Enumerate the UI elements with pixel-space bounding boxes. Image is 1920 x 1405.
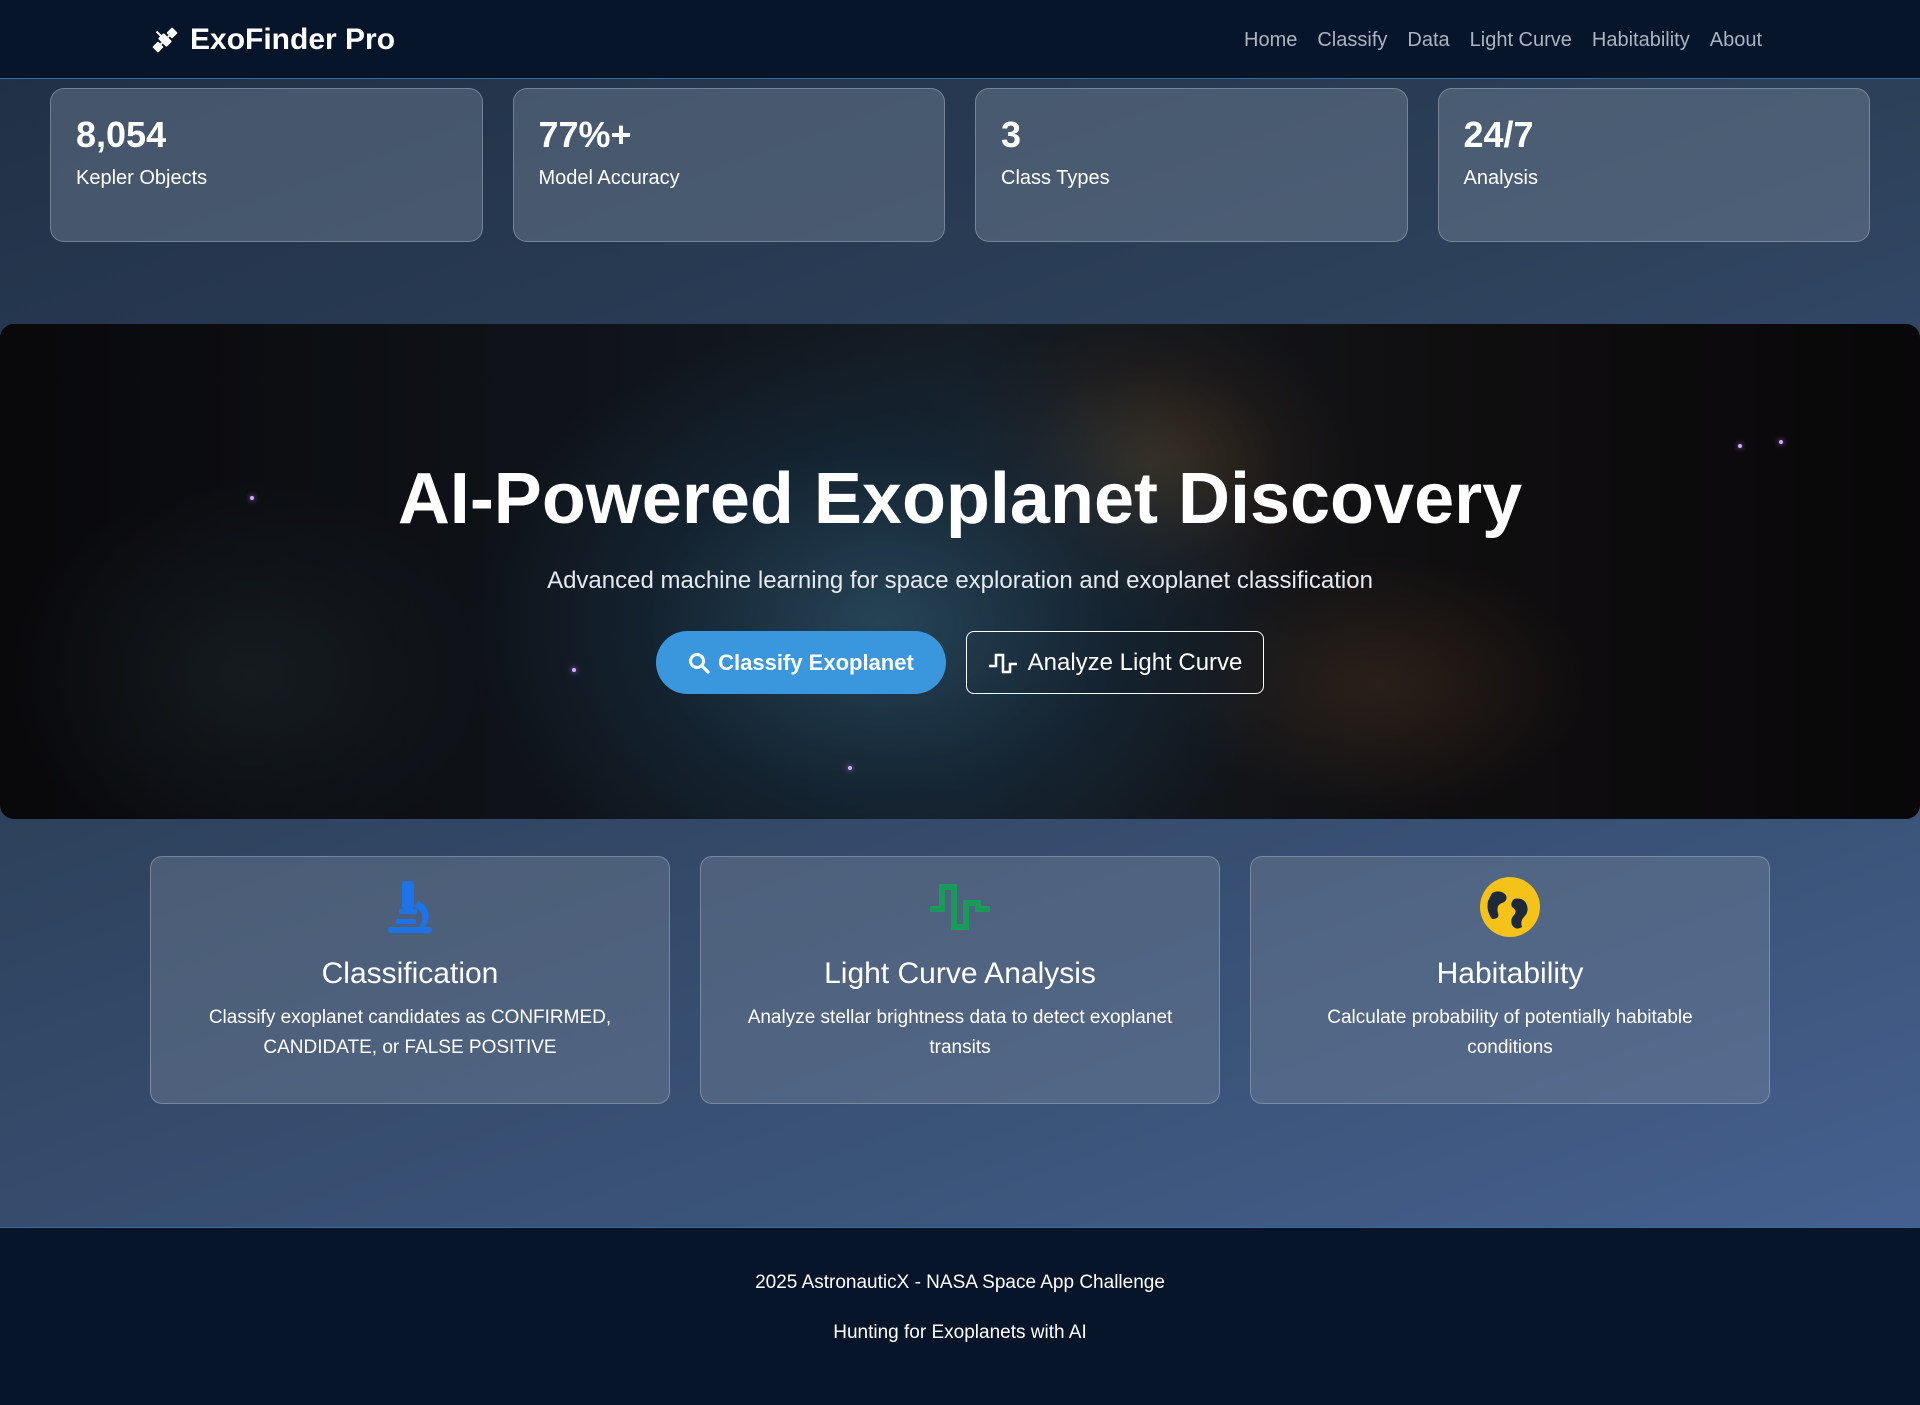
stat-value: 3 bbox=[1001, 114, 1022, 155]
hero-subtitle: Advanced machine learning for space expl… bbox=[547, 567, 1373, 594]
star-decoration bbox=[572, 668, 576, 672]
stat-card-kepler-objects: 8,054 Kepler Objects bbox=[50, 88, 483, 242]
footer: 2025 AstronauticX - NASA Space App Chall… bbox=[0, 1227, 1920, 1405]
feature-desc: Classify exoplanet candidates as CONFIRM… bbox=[208, 1007, 612, 1058]
stat-card-model-accuracy: 77%+ Model Accuracy bbox=[512, 88, 945, 242]
satellite-icon bbox=[152, 27, 178, 53]
feature-card-habitability[interactable]: Habitability Calculate probability of po… bbox=[1250, 856, 1770, 1104]
brand[interactable]: ExoFinder Pro bbox=[148, 20, 395, 60]
analyze-light-curve-button[interactable]: Analyze Light Curve bbox=[966, 631, 1264, 694]
star-decoration bbox=[848, 766, 852, 770]
feature-title: Habitability bbox=[1436, 957, 1584, 990]
pulse-icon bbox=[930, 884, 990, 930]
analyze-light-curve-label: Analyze Light Curve bbox=[1027, 648, 1243, 676]
nav-about[interactable]: About bbox=[1710, 29, 1762, 52]
nav-habitability[interactable]: Habitability bbox=[1592, 29, 1690, 52]
feature-desc: Analyze stellar brightness data to detec… bbox=[747, 1007, 1173, 1058]
navbar: ExoFinder Pro Home Classify Data Light C… bbox=[0, 0, 1920, 79]
stat-card-class-types: 3 Class Types bbox=[975, 88, 1408, 242]
search-icon bbox=[689, 652, 710, 674]
brand-name: ExoFinder Pro bbox=[190, 23, 396, 56]
footer-credit: 2025 AstronauticX - NASA Space App Chall… bbox=[755, 1272, 1165, 1293]
feature-desc: Calculate probability of potentially hab… bbox=[1327, 1007, 1693, 1058]
pulse-icon bbox=[988, 653, 1017, 673]
stat-value: 8,054 bbox=[76, 114, 167, 155]
stat-card-analysis: 24/7 Analysis bbox=[1437, 88, 1870, 242]
stat-label: Class Types bbox=[1001, 166, 1110, 189]
stat-value: 77%+ bbox=[538, 114, 632, 155]
microscope-icon bbox=[388, 881, 432, 933]
stat-label: Kepler Objects bbox=[76, 166, 208, 189]
hero-buttons: Classify Exoplanet Analyze Light Curve bbox=[656, 631, 1264, 694]
nav-home[interactable]: Home bbox=[1244, 29, 1297, 52]
stat-label: Analysis bbox=[1463, 166, 1538, 189]
hero-banner: AI-Powered Exoplanet Discovery Advanced … bbox=[0, 324, 1920, 819]
feature-title: Classification bbox=[321, 957, 499, 990]
stat-label: Model Accuracy bbox=[538, 166, 680, 189]
classify-exoplanet-label: Classify Exoplanet bbox=[718, 649, 914, 675]
feature-card-classification[interactable]: Classification Classify exoplanet candid… bbox=[150, 856, 670, 1104]
star-decoration bbox=[1738, 444, 1742, 448]
globe-icon bbox=[1480, 877, 1540, 937]
nav-light-curve[interactable]: Light Curve bbox=[1470, 29, 1572, 52]
classify-exoplanet-button[interactable]: Classify Exoplanet bbox=[656, 631, 946, 694]
nav-classify[interactable]: Classify bbox=[1317, 29, 1387, 52]
feature-title: Light Curve Analysis bbox=[824, 957, 1096, 990]
nav-data[interactable]: Data bbox=[1407, 29, 1449, 52]
feature-card-light-curve[interactable]: Light Curve Analysis Analyze stellar bri… bbox=[700, 856, 1220, 1104]
star-decoration bbox=[1779, 440, 1783, 444]
stats-row: 8,054 Kepler Objects 77%+ Model Accuracy… bbox=[50, 88, 1870, 242]
hero-title: AI-Powered Exoplanet Discovery bbox=[397, 459, 1523, 539]
nav-links: Home Classify Data Light Curve Habitabil… bbox=[1244, 24, 1762, 56]
stat-value: 24/7 bbox=[1463, 114, 1534, 155]
footer-tagline: Hunting for Exoplanets with AI bbox=[833, 1322, 1087, 1343]
features-row: Classification Classify exoplanet candid… bbox=[150, 856, 1770, 1104]
